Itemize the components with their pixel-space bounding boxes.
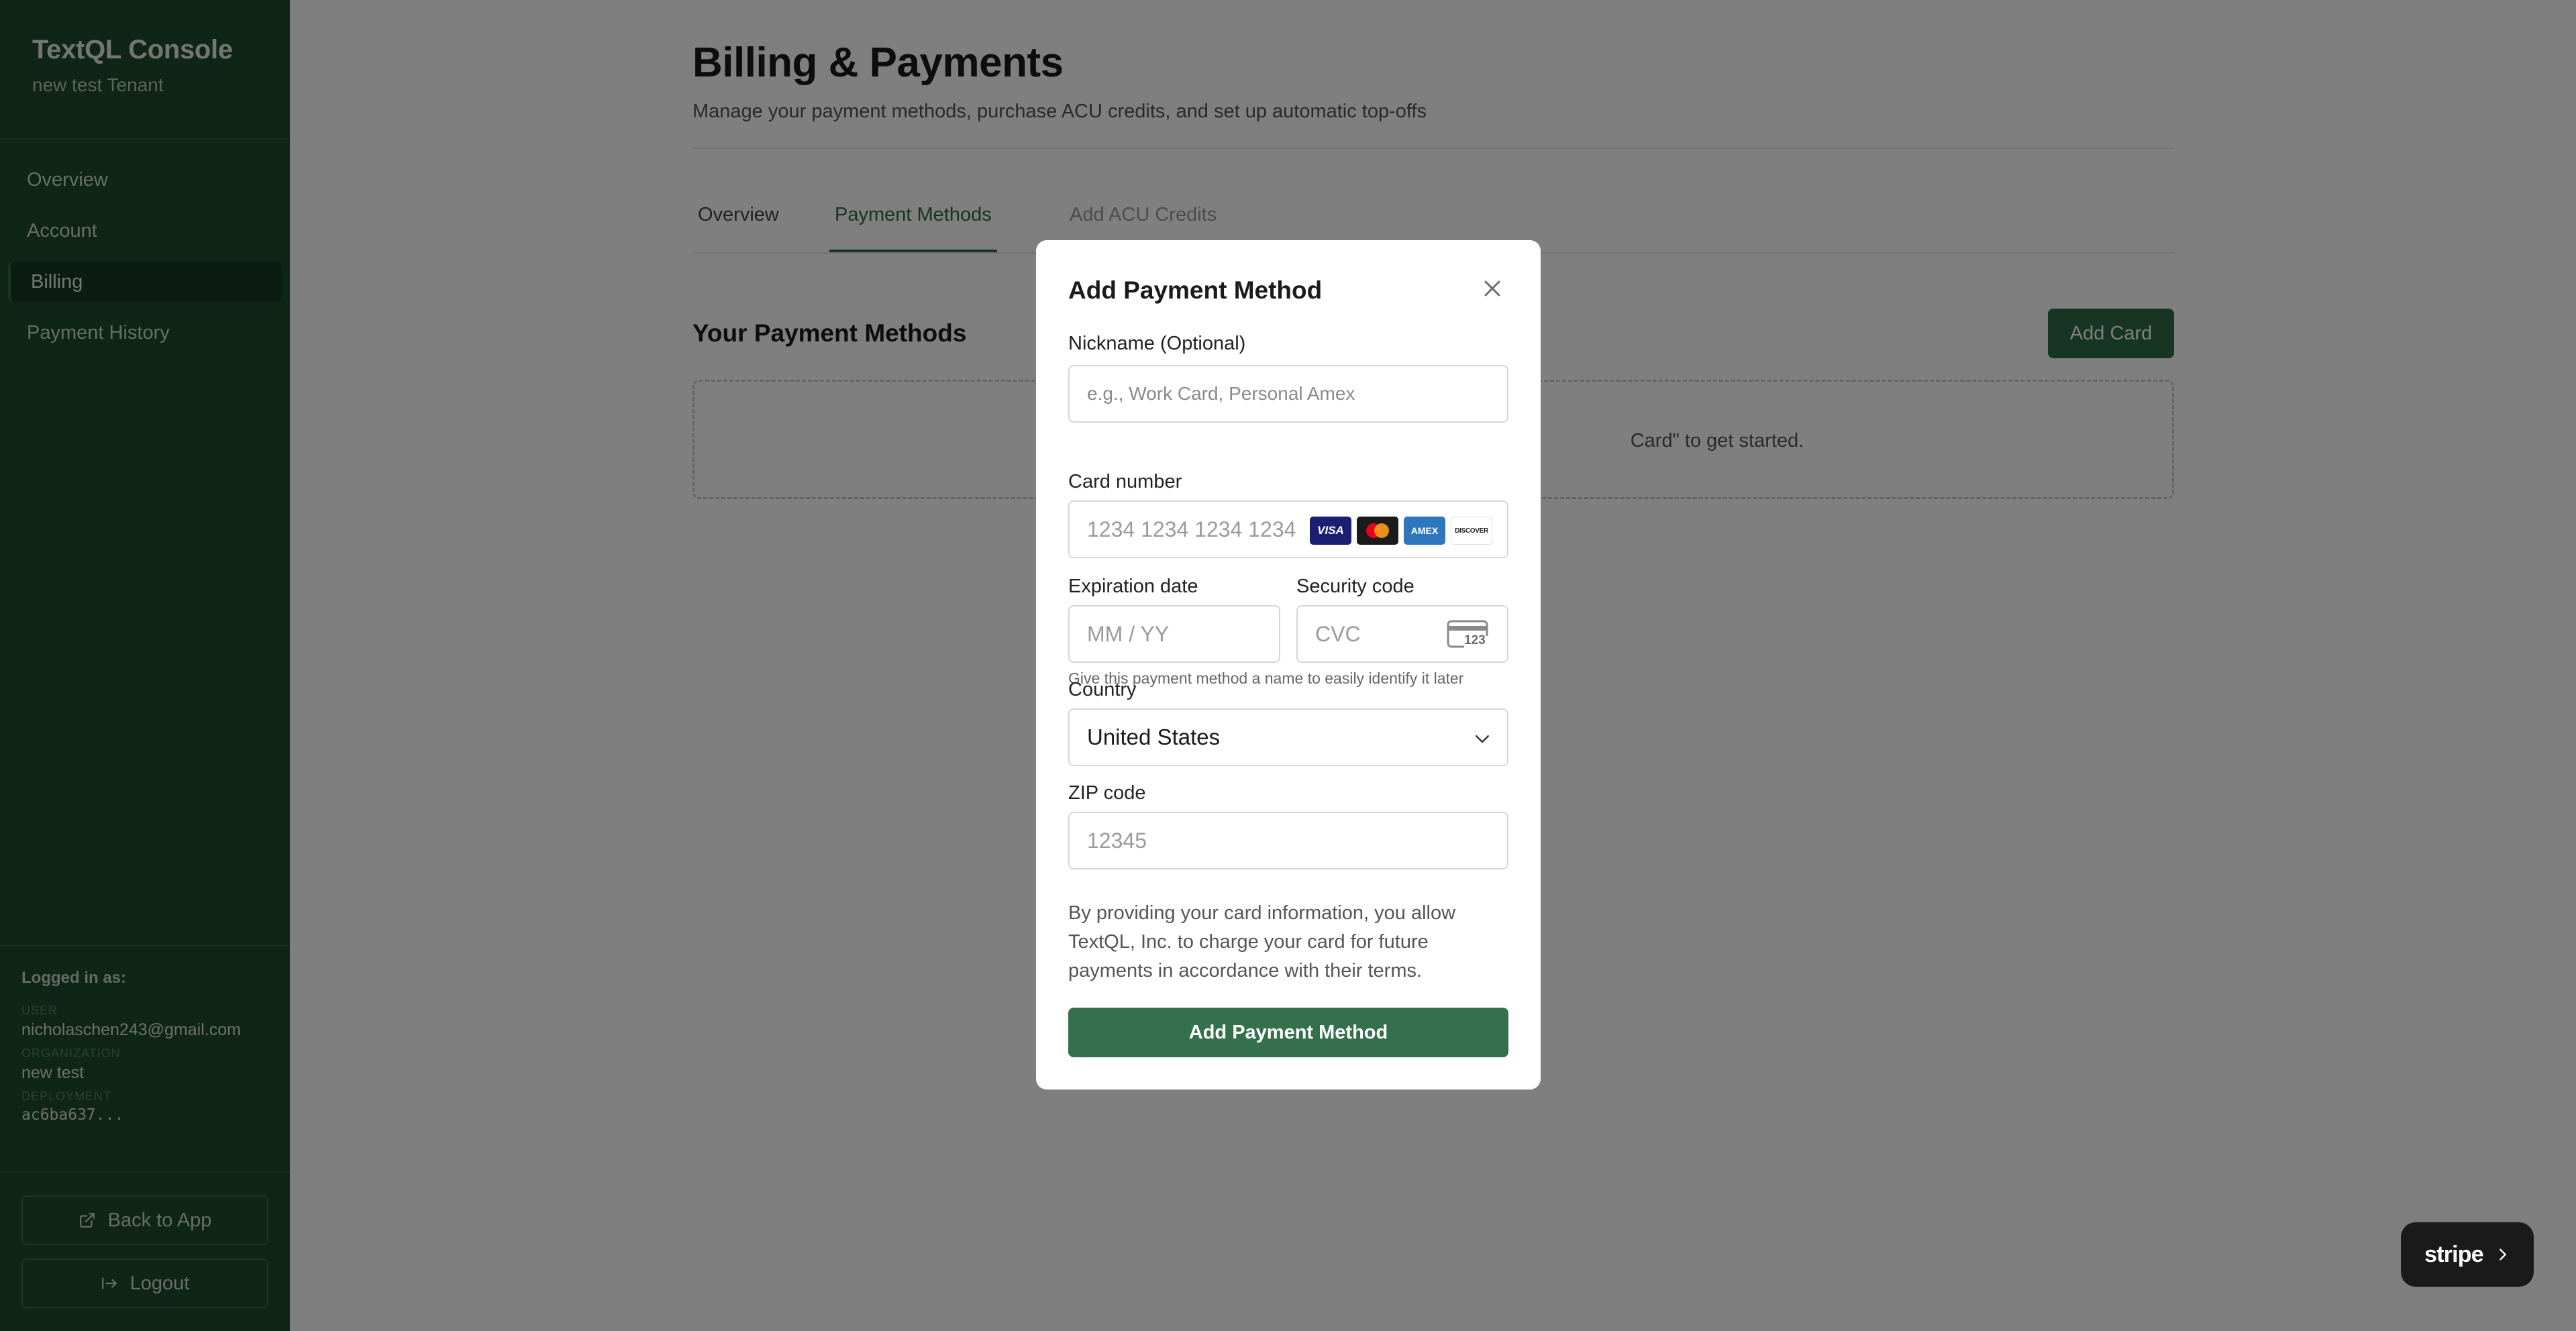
- modal-title: Add Payment Method: [1068, 276, 1323, 304]
- chevron-right-icon: [2500, 1248, 2506, 1261]
- consent-text: By providing your card information, you …: [1068, 902, 1456, 981]
- amex-icon: AMEX: [1404, 517, 1445, 545]
- security-code-label: Security code: [1296, 576, 1414, 597]
- card-number-label: Card number: [1068, 471, 1182, 492]
- add-payment-method-button[interactable]: Add Payment Method: [1068, 1008, 1508, 1057]
- chevron-down-icon: [1476, 735, 1489, 743]
- card-brand-logos: VISA AMEX DISCOVER: [1310, 517, 1495, 545]
- stripe-badge[interactable]: stripe: [2401, 1222, 2534, 1287]
- stripe-logo-text: stripe: [2424, 1241, 2484, 1267]
- visa-icon: VISA: [1310, 517, 1351, 545]
- country-label: Country: [1068, 679, 1137, 700]
- country-value: United States: [1087, 725, 1221, 749]
- cvc-card-icon: 123: [1447, 620, 1490, 651]
- cvc-digits: 123: [1464, 633, 1486, 647]
- mastercard-icon: [1357, 517, 1398, 545]
- nickname-label: Nickname (Optional): [1068, 333, 1246, 354]
- zip-input[interactable]: [1068, 812, 1508, 869]
- nickname-input[interactable]: [1068, 365, 1508, 423]
- country-select[interactable]: United States: [1068, 708, 1508, 766]
- expiration-input[interactable]: [1068, 605, 1280, 663]
- add-payment-method-modal: Add Payment Method Nickname (Optional) G…: [1036, 240, 1541, 1089]
- zip-label: ZIP code: [1068, 782, 1146, 804]
- expiration-label: Expiration date: [1068, 576, 1198, 597]
- close-icon[interactable]: [1479, 275, 1506, 302]
- discover-icon: DISCOVER: [1451, 517, 1492, 545]
